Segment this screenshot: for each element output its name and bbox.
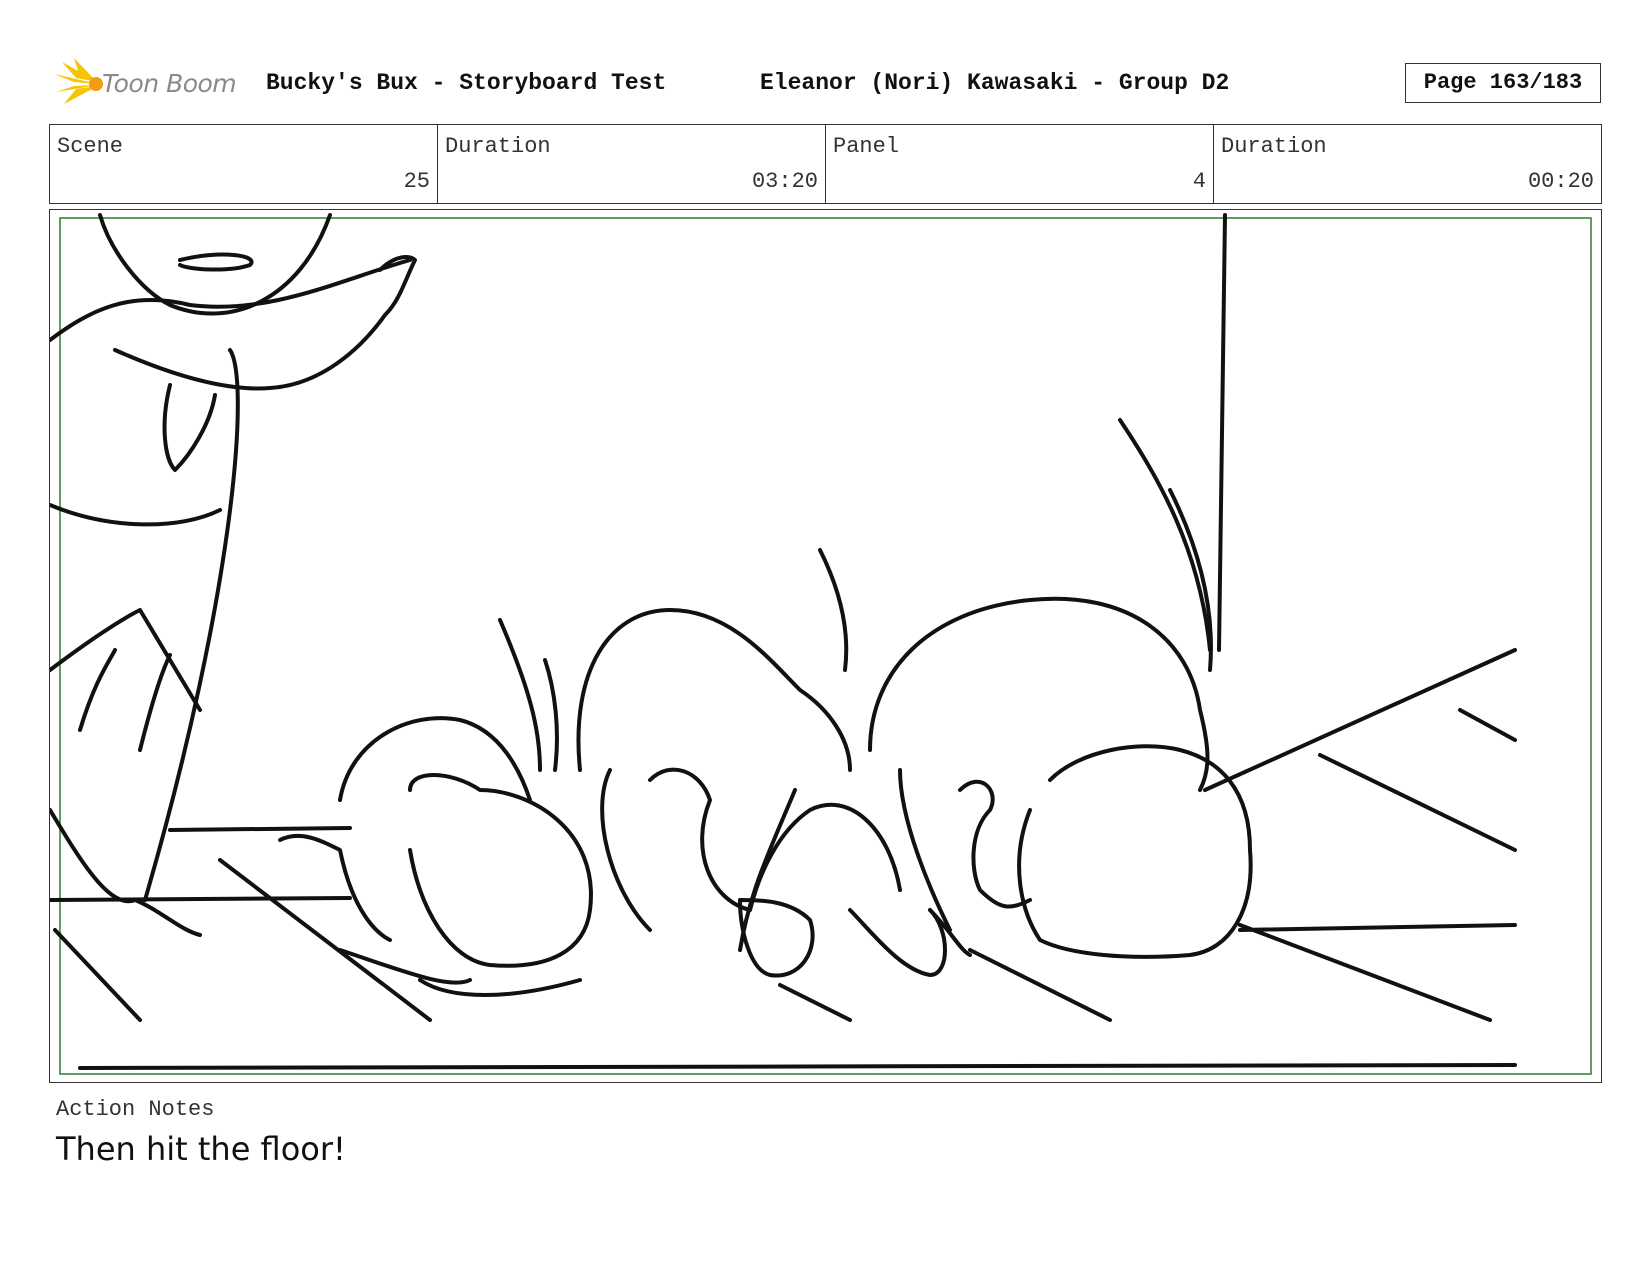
panel-duration-label: Duration bbox=[1221, 134, 1327, 159]
storyboard-panel bbox=[49, 209, 1602, 1083]
scene-value: 25 bbox=[403, 169, 430, 194]
starburst-icon bbox=[54, 58, 103, 104]
action-notes-text: Then hit the floor! bbox=[56, 1130, 346, 1168]
scene-duration-cell: Duration 03:20 bbox=[438, 125, 826, 203]
scene-duration-label: Duration bbox=[445, 134, 551, 159]
panel-duration-cell: Duration 00:20 bbox=[1214, 125, 1601, 203]
logo-text: Toon Boom bbox=[102, 68, 237, 98]
panel-duration-value: 00:20 bbox=[1527, 169, 1594, 194]
panel-label: Panel bbox=[833, 134, 900, 159]
scene-info-table: Scene 25 Duration 03:20 Panel 4 Duration… bbox=[49, 124, 1602, 204]
panel-sketch bbox=[50, 213, 1592, 1075]
panel-value: 4 bbox=[1192, 169, 1206, 194]
artist-title: Eleanor (Nori) Kawasaki - Group D2 bbox=[760, 70, 1230, 96]
sketch-lines bbox=[50, 213, 1517, 1070]
project-title: Bucky's Bux - Storyboard Test bbox=[266, 70, 667, 96]
action-notes-label: Action Notes bbox=[56, 1097, 215, 1122]
scene-cell: Scene 25 bbox=[50, 125, 438, 203]
panel-cell: Panel 4 bbox=[826, 125, 1214, 203]
scene-duration-value: 03:20 bbox=[751, 169, 818, 194]
toon-boom-logo: Toon Boom bbox=[52, 58, 237, 108]
safe-frame bbox=[59, 217, 1592, 1075]
page-number: Page 163/183 bbox=[1405, 63, 1601, 103]
scene-label: Scene bbox=[57, 134, 124, 159]
